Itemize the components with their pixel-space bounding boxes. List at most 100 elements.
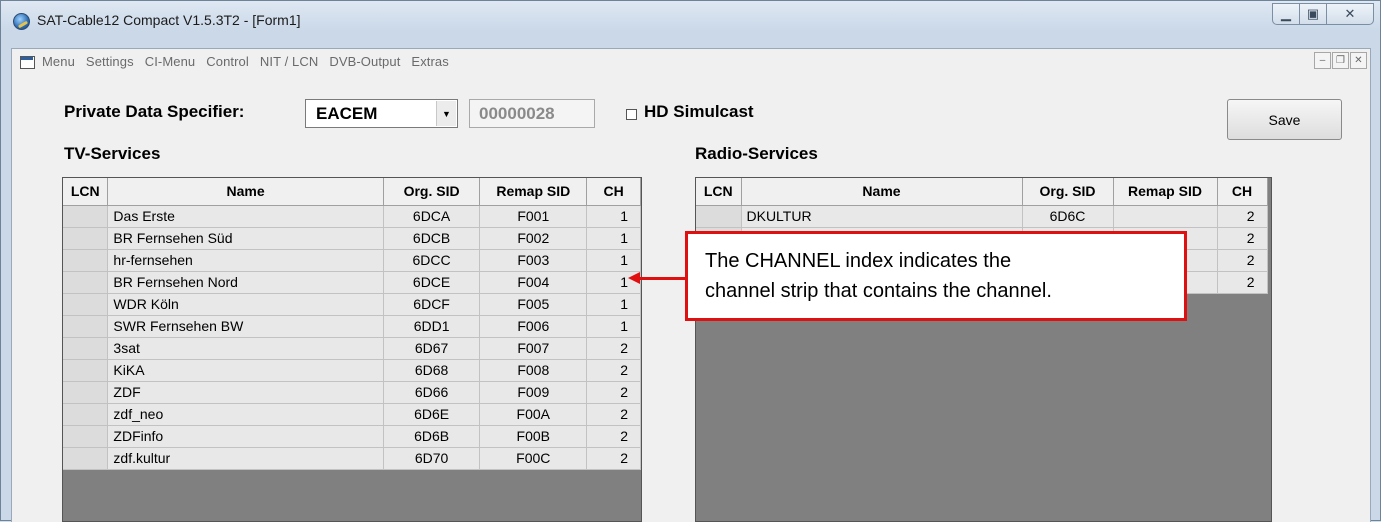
- tv-cell-remap-sid[interactable]: F004: [479, 271, 588, 294]
- radio-cell-name[interactable]: DKULTUR: [741, 205, 1023, 228]
- tv-table-row[interactable]: zdf_neo 6D6E F00A 2: [63, 403, 641, 426]
- tv-cell-name[interactable]: SWR Fernsehen BW: [107, 315, 384, 338]
- tv-cell-lcn[interactable]: [63, 359, 109, 382]
- tv-cell-remap-sid[interactable]: F001: [479, 205, 588, 228]
- tv-cell-lcn[interactable]: [63, 227, 109, 250]
- tv-cell-name[interactable]: BR Fernsehen Süd: [107, 227, 384, 250]
- tv-cell-ch[interactable]: 1: [586, 293, 641, 316]
- tv-cell-ch[interactable]: 1: [586, 315, 641, 338]
- child-window-icon[interactable]: [20, 55, 36, 69]
- tv-table-row[interactable]: BR Fernsehen Süd 6DCB F002 1: [63, 227, 641, 250]
- tv-cell-lcn[interactable]: [63, 337, 109, 360]
- radio-col-remap-sid[interactable]: Remap SID: [1113, 178, 1218, 206]
- tv-cell-org-sid[interactable]: 6DCC: [383, 249, 481, 272]
- minimize-button[interactable]: ▁: [1272, 3, 1300, 25]
- tv-cell-remap-sid[interactable]: F00B: [479, 425, 588, 448]
- tv-cell-name[interactable]: ZDFinfo: [107, 425, 384, 448]
- tv-services-grid[interactable]: LCN Name Org. SID Remap SID CH Das Erste…: [62, 177, 642, 522]
- tv-cell-lcn[interactable]: [63, 205, 109, 228]
- tv-table-row[interactable]: SWR Fernsehen BW 6DD1 F006 1: [63, 315, 641, 338]
- tv-table-row[interactable]: KiKA 6D68 F008 2: [63, 359, 641, 382]
- tv-cell-lcn[interactable]: [63, 381, 109, 404]
- menu-settings[interactable]: Settings: [86, 54, 134, 69]
- tv-cell-name[interactable]: zdf.kultur: [107, 447, 384, 470]
- maximize-button[interactable]: ▣: [1299, 3, 1327, 25]
- tv-cell-org-sid[interactable]: 6D70: [383, 447, 481, 470]
- child-restore-button[interactable]: ❐: [1332, 52, 1349, 69]
- tv-cell-lcn[interactable]: [63, 447, 109, 470]
- tv-cell-org-sid[interactable]: 6D66: [383, 381, 481, 404]
- tv-cell-ch[interactable]: 2: [586, 337, 641, 360]
- tv-table-row[interactable]: Das Erste 6DCA F001 1: [63, 205, 641, 228]
- tv-table-row[interactable]: ZDF 6D66 F009 2: [63, 381, 641, 404]
- menu-menu[interactable]: Menu: [42, 54, 75, 69]
- radio-col-name[interactable]: Name: [741, 178, 1023, 206]
- tv-table-row[interactable]: WDR Köln 6DCF F005 1: [63, 293, 641, 316]
- radio-cell-ch[interactable]: 2: [1217, 249, 1268, 272]
- menu-ci-menu[interactable]: CI-Menu: [145, 54, 196, 69]
- tv-cell-remap-sid[interactable]: F008: [479, 359, 588, 382]
- radio-cell-org-sid[interactable]: 6D6C: [1022, 205, 1114, 228]
- tv-cell-name[interactable]: BR Fernsehen Nord: [107, 271, 384, 294]
- radio-cell-lcn[interactable]: [696, 205, 742, 228]
- child-minimize-button[interactable]: –: [1314, 52, 1331, 69]
- tv-cell-org-sid[interactable]: 6DCE: [383, 271, 481, 294]
- tv-cell-remap-sid[interactable]: F005: [479, 293, 588, 316]
- tv-cell-ch[interactable]: 1: [586, 227, 641, 250]
- radio-col-lcn[interactable]: LCN: [696, 178, 742, 206]
- tv-cell-org-sid[interactable]: 6DCF: [383, 293, 481, 316]
- tv-cell-name[interactable]: hr-fernsehen: [107, 249, 384, 272]
- tv-cell-lcn[interactable]: [63, 315, 109, 338]
- tv-cell-ch[interactable]: 2: [586, 403, 641, 426]
- radio-cell-ch[interactable]: 2: [1217, 227, 1268, 250]
- tv-cell-org-sid[interactable]: 6DCB: [383, 227, 481, 250]
- radio-table-row[interactable]: DKULTUR 6D6C 2: [696, 205, 1268, 228]
- dropdown-arrow-icon[interactable]: ▼: [436, 101, 456, 126]
- pds-dropdown[interactable]: EACEM ▼: [305, 99, 458, 128]
- tv-table-row[interactable]: BR Fernsehen Nord 6DCE F004 1: [63, 271, 641, 294]
- tv-cell-lcn[interactable]: [63, 403, 109, 426]
- tv-cell-remap-sid[interactable]: F009: [479, 381, 588, 404]
- tv-cell-remap-sid[interactable]: F00A: [479, 403, 588, 426]
- radio-cell-ch[interactable]: 2: [1217, 271, 1268, 294]
- tv-cell-ch[interactable]: 2: [586, 425, 641, 448]
- child-close-button[interactable]: ✕: [1350, 52, 1367, 69]
- menu-dvb-output[interactable]: DVB-Output: [329, 54, 400, 69]
- tv-col-name[interactable]: Name: [107, 178, 384, 206]
- satellite-app-icon[interactable]: [13, 13, 30, 30]
- tv-cell-org-sid[interactable]: 6D6B: [383, 425, 481, 448]
- tv-cell-lcn[interactable]: [63, 249, 109, 272]
- pds-code-field[interactable]: 00000028: [469, 99, 595, 128]
- radio-col-org-sid[interactable]: Org. SID: [1022, 178, 1114, 206]
- tv-cell-name[interactable]: zdf_neo: [107, 403, 384, 426]
- menu-extras[interactable]: Extras: [411, 54, 448, 69]
- tv-cell-name[interactable]: Das Erste: [107, 205, 384, 228]
- tv-cell-ch[interactable]: 1: [586, 249, 641, 272]
- tv-col-lcn[interactable]: LCN: [63, 178, 109, 206]
- menu-control[interactable]: Control: [206, 54, 249, 69]
- tv-col-org-sid[interactable]: Org. SID: [383, 178, 481, 206]
- save-button[interactable]: Save: [1227, 99, 1342, 140]
- menu-nit-lcn[interactable]: NIT / LCN: [260, 54, 318, 69]
- tv-cell-name[interactable]: ZDF: [107, 381, 384, 404]
- tv-col-ch[interactable]: CH: [586, 178, 641, 206]
- tv-table-row[interactable]: ZDFinfo 6D6B F00B 2: [63, 425, 641, 448]
- tv-table-row[interactable]: zdf.kultur 6D70 F00C 2: [63, 447, 641, 470]
- tv-cell-lcn[interactable]: [63, 293, 109, 316]
- tv-cell-org-sid[interactable]: 6D68: [383, 359, 481, 382]
- tv-cell-ch[interactable]: 1: [586, 205, 641, 228]
- tv-cell-ch[interactable]: 2: [586, 381, 641, 404]
- tv-cell-org-sid[interactable]: 6D67: [383, 337, 481, 360]
- radio-col-ch[interactable]: CH: [1217, 178, 1268, 206]
- radio-cell-ch[interactable]: 2: [1217, 205, 1268, 228]
- tv-cell-org-sid[interactable]: 6D6E: [383, 403, 481, 426]
- tv-table-row[interactable]: 3sat 6D67 F007 2: [63, 337, 641, 360]
- tv-cell-lcn[interactable]: [63, 271, 109, 294]
- radio-services-grid[interactable]: LCN Name Org. SID Remap SID CH DKULTUR 6D…: [695, 177, 1272, 522]
- tv-cell-lcn[interactable]: [63, 425, 109, 448]
- tv-cell-ch[interactable]: 2: [586, 447, 641, 470]
- tv-cell-name[interactable]: 3sat: [107, 337, 384, 360]
- tv-cell-remap-sid[interactable]: F007: [479, 337, 588, 360]
- tv-cell-org-sid[interactable]: 6DCA: [383, 205, 481, 228]
- tv-cell-name[interactable]: KiKA: [107, 359, 384, 382]
